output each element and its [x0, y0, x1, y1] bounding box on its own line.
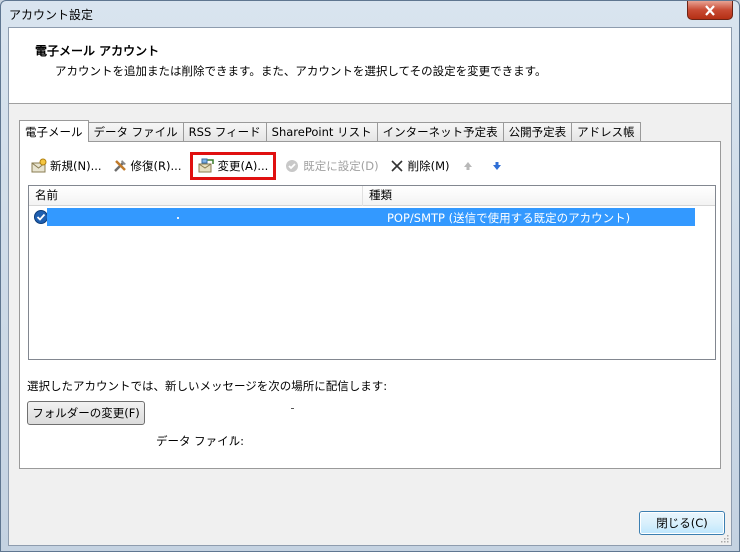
page-description: アカウントを追加または削除できます。また、アカウントを選択してその設定を変更でき…: [55, 64, 547, 78]
accounts-list[interactable]: 名前 種類 POP/SMTP (送信で使用する既定のアカウント): [28, 185, 716, 360]
window-title: アカウント設定: [9, 8, 94, 22]
tab-sharepoint-lists[interactable]: SharePoint リスト: [265, 122, 378, 142]
selected-row-highlight: POP/SMTP (送信で使用する既定のアカウント): [47, 208, 695, 226]
check-circle-icon: [284, 158, 300, 174]
repair-account-button[interactable]: 修復(R)...: [109, 155, 185, 177]
account-name-cell: [177, 217, 179, 219]
move-down-button[interactable]: [486, 155, 511, 177]
dialog-client-area: 電子メール アカウント アカウントを追加または削除できます。また、アカウントを選…: [8, 27, 732, 546]
delivery-location-value: [291, 408, 294, 409]
tab-data-files[interactable]: データ ファイル: [87, 122, 184, 142]
change-folder-button[interactable]: フォルダーの変更(F): [27, 401, 145, 425]
account-type-cell: POP/SMTP (送信で使用する既定のアカウント): [387, 211, 631, 225]
tab-email[interactable]: 電子メール: [19, 120, 89, 142]
delete-account-label: 削除(M): [407, 159, 450, 173]
delete-account-button[interactable]: 削除(M): [386, 155, 453, 177]
data-file-label: データ ファイル:: [156, 434, 245, 448]
arrow-up-icon: [460, 158, 476, 174]
delete-x-icon: [389, 158, 405, 174]
change-account-button[interactable]: 変更(A)...: [190, 152, 277, 180]
tab-address-books[interactable]: アドレス帳: [571, 122, 641, 142]
tab-published-calendars[interactable]: 公開予定表: [502, 122, 573, 142]
page-title: 電子メール アカウント: [35, 44, 160, 58]
table-row[interactable]: POP/SMTP (送信で使用する既定のアカウント): [29, 208, 715, 226]
list-header: 名前 種類: [29, 186, 715, 206]
set-default-label: 既定に設定(D): [303, 159, 379, 173]
close-icon: [705, 4, 715, 16]
tab-rss-feeds[interactable]: RSS フィード: [182, 122, 267, 142]
new-mail-icon: [31, 158, 47, 174]
arrow-down-icon: [489, 158, 505, 174]
resize-grip-icon[interactable]: [719, 533, 729, 543]
data-file-value: [233, 436, 234, 439]
tab-strip: 電子メール データ ファイル RSS フィード SharePoint リスト イ…: [19, 120, 641, 142]
window-close-button[interactable]: [687, 1, 733, 20]
delivery-location-label: 選択したアカウントでは、新しいメッセージを次の場所に配信します:: [27, 379, 388, 393]
change-account-label: 変更(A)...: [217, 159, 269, 173]
repair-account-label: 修復(R)...: [130, 159, 182, 173]
new-account-label: 新規(N)...: [50, 159, 102, 173]
tools-icon: [112, 158, 128, 174]
account-settings-window: アカウント設定 電子メール アカウント アカウントを追加または削除できます。また…: [0, 0, 740, 552]
title-bar[interactable]: アカウント設定: [1, 1, 739, 27]
account-toolbar: 新規(N)... 修復(R)... 変更(A)... 既定に設定(D) 削除(M…: [28, 152, 515, 180]
set-default-button[interactable]: 既定に設定(D): [281, 155, 381, 177]
column-header-type[interactable]: 種類: [363, 186, 715, 206]
column-header-name[interactable]: 名前: [29, 186, 363, 206]
new-account-button[interactable]: 新規(N)...: [28, 155, 105, 177]
header-panel: 電子メール アカウント アカウントを追加または削除できます。また、アカウントを選…: [9, 28, 731, 104]
move-up-button[interactable]: [457, 155, 482, 177]
close-button[interactable]: 閉じる(C): [639, 511, 725, 535]
tab-internet-calendars[interactable]: インターネット予定表: [376, 122, 504, 142]
change-settings-icon: [198, 158, 215, 174]
